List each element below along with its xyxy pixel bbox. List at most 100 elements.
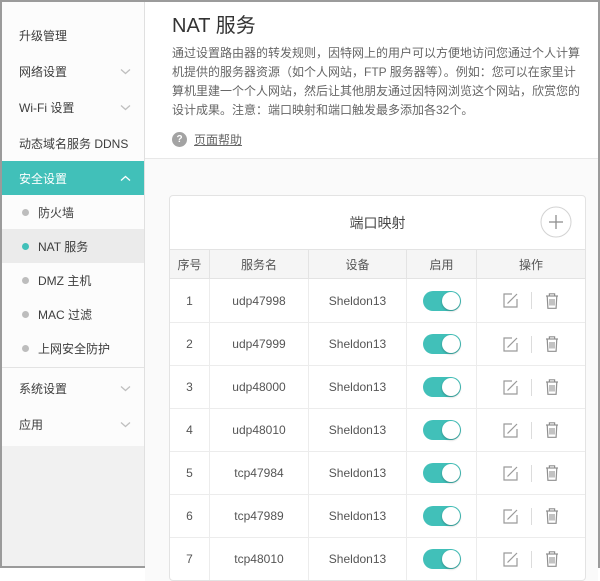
enable-toggle[interactable] [423,291,461,311]
sidebar-item-security[interactable]: 安全设置 [2,161,144,195]
sidebar-item-apps[interactable]: 应用 [2,406,144,442]
sidebar-item-system[interactable]: 系统设置 [2,370,144,406]
row-seq: 4 [170,409,210,451]
toggle-knob [442,464,460,482]
edit-icon[interactable] [501,291,520,310]
sidebar-item-web-security[interactable]: 上网安全防护 [2,331,144,365]
divider [531,292,532,309]
enable-toggle[interactable] [423,377,461,397]
enable-toggle[interactable] [423,549,461,569]
edit-icon[interactable] [501,550,520,569]
enable-toggle[interactable] [423,463,461,483]
toggle-knob [442,550,460,568]
card-header: 端口映射 [170,196,585,249]
page-description: 通过设置路由器的转发规则，因特网上的用户可以方便地访问您通过个人计算机提供的服务… [172,44,584,120]
row-seq: 7 [170,538,210,580]
table-row: 1 udp47998 Sheldon13 [170,279,585,322]
delete-icon[interactable] [543,463,561,483]
row-device: Sheldon13 [309,495,407,537]
edit-icon[interactable] [501,464,520,483]
table-row: 5 tcp47984 Sheldon13 [170,451,585,494]
edit-icon[interactable] [501,335,520,354]
bullet-icon [22,243,29,250]
row-seq: 1 [170,279,210,322]
column-header-enable: 启用 [407,250,477,278]
toggle-knob [442,378,460,396]
sidebar-item-label: 安全设置 [19,170,67,187]
enable-toggle[interactable] [423,334,461,354]
delete-icon[interactable] [543,334,561,354]
sidebar-item-upgrade[interactable]: 升级管理 [2,17,144,53]
main-content: NAT 服务 通过设置路由器的转发规则，因特网上的用户可以方便地访问您通过个人计… [145,2,598,566]
table-row: 2 udp47999 Sheldon13 [170,322,585,365]
row-device: Sheldon13 [309,452,407,494]
table-row: 7 tcp48010 Sheldon13 [170,537,585,580]
sidebar-item-label: MAC 过滤 [38,306,92,323]
chevron-down-icon [120,421,131,428]
row-device: Sheldon13 [309,279,407,322]
page-help-link[interactable]: ? 页面帮助 [172,131,242,148]
bullet-icon [22,277,29,284]
sidebar-item-label: 网络设置 [19,63,67,80]
delete-icon[interactable] [543,420,561,440]
table-header-row: 序号 服务名 设备 启用 操作 [170,249,585,279]
edit-icon[interactable] [501,421,520,440]
table-body: 1 udp47998 Sheldon13 [170,279,585,580]
divider [531,379,532,396]
row-service-name: udp48010 [210,409,309,451]
row-seq: 3 [170,366,210,408]
edit-icon[interactable] [501,507,520,526]
table-row: 4 udp48010 Sheldon13 [170,408,585,451]
sidebar-item-network[interactable]: 网络设置 [2,53,144,89]
divider [531,422,532,439]
row-service-name: udp47999 [210,323,309,365]
row-device: Sheldon13 [309,323,407,365]
bullet-icon [22,345,29,352]
page-title: NAT 服务 [172,12,584,40]
sidebar-item-dmz[interactable]: DMZ 主机 [2,263,144,297]
delete-icon[interactable] [543,506,561,526]
port-mapping-card: 端口映射 序号 服务名 设备 启用 操作 [169,195,586,581]
sidebar-item-wifi[interactable]: Wi-Fi 设置 [2,89,144,125]
plus-icon [540,226,572,241]
help-link-label: 页面帮助 [194,131,242,148]
sidebar-item-label: 防火墙 [38,204,74,221]
row-device: Sheldon13 [309,366,407,408]
delete-icon[interactable] [543,377,561,397]
sidebar-item-label: 系统设置 [19,380,67,397]
chevron-down-icon [120,104,131,111]
bullet-icon [22,311,29,318]
sidebar-item-nat[interactable]: NAT 服务 [2,229,144,263]
row-seq: 2 [170,323,210,365]
enable-toggle[interactable] [423,506,461,526]
column-header-device: 设备 [309,250,407,278]
card-title: 端口映射 [350,213,406,233]
sidebar-item-label: DMZ 主机 [38,272,91,289]
delete-icon[interactable] [543,291,561,311]
row-device: Sheldon13 [309,409,407,451]
sidebar-item-mac-filter[interactable]: MAC 过滤 [2,297,144,331]
help-icon: ? [172,132,187,147]
enable-toggle[interactable] [423,420,461,440]
delete-icon[interactable] [543,549,561,569]
toggle-knob [442,421,460,439]
sidebar-item-label: 动态域名服务 DDNS [19,135,128,152]
chevron-down-icon [120,385,131,392]
divider [531,508,532,525]
add-rule-button[interactable] [540,206,572,238]
table-row: 3 udp48000 Sheldon13 [170,365,585,408]
chevron-down-icon [120,68,131,75]
sidebar-item-label: 上网安全防护 [38,340,110,357]
sidebar-item-firewall[interactable]: 防火墙 [2,195,144,229]
sidebar-item-ddns[interactable]: 动态域名服务 DDNS [2,125,144,161]
chevron-up-icon [120,175,131,182]
edit-icon[interactable] [501,378,520,397]
bullet-icon [22,209,29,216]
row-service-name: tcp47989 [210,495,309,537]
table-row: 6 tcp47989 Sheldon13 [170,494,585,537]
column-header-seq: 序号 [170,250,210,278]
row-seq: 5 [170,452,210,494]
row-service-name: udp47998 [210,279,309,322]
row-device: Sheldon13 [309,538,407,580]
toggle-knob [442,335,460,353]
